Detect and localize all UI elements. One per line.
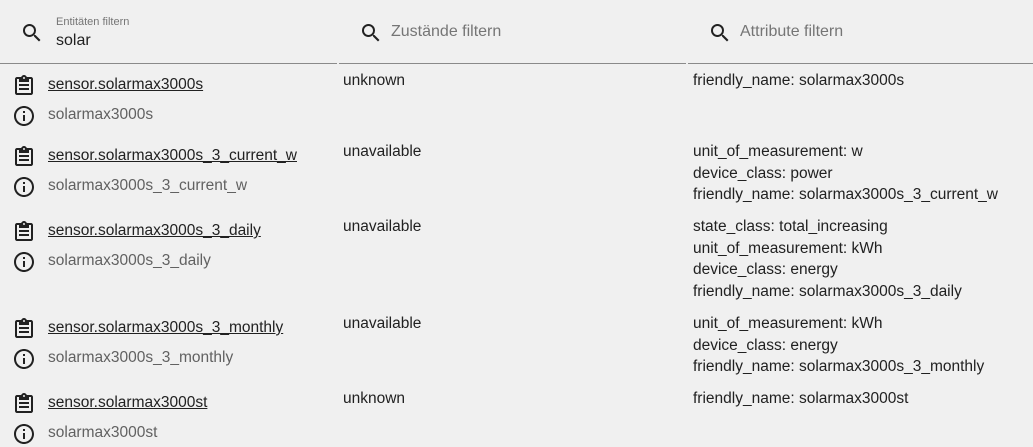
attribute-line: friendly_name: solarmax3000s — [693, 72, 905, 89]
state-filter-input[interactable]: Zustände filtern — [391, 23, 501, 41]
attribute-line: unit_of_measurement: kWh — [693, 239, 883, 257]
attribute-filter[interactable]: Attribute filtern — [688, 0, 1033, 64]
entity-attributes: unit_of_measurement: kWh device_class: e… — [693, 313, 984, 378]
info-icon[interactable] — [12, 347, 36, 371]
entity-friendly-name: solarmax3000s_3_monthly — [48, 349, 234, 366]
entity-id-link[interactable]: sensor.solarmax3000s_3_monthly — [48, 319, 283, 337]
attribute-line: friendly_name: solarmax3000s_3_current_w — [693, 186, 998, 204]
entity-friendly-name: solarmax3000st — [48, 424, 158, 441]
info-icon[interactable] — [12, 422, 36, 446]
entity-state: unavailable — [343, 143, 422, 160]
filter-bar: Entitäten filtern solar Zustände filtern… — [0, 0, 1033, 64]
entity-state: unknown — [343, 390, 406, 407]
clipboard-icon[interactable] — [12, 74, 36, 98]
search-icon — [362, 24, 380, 42]
attribute-line: device_class: energy — [693, 336, 838, 354]
attribute-line: unit_of_measurement: kWh — [693, 315, 883, 332]
entity-attributes: unit_of_measurement: w device_class: pow… — [693, 141, 998, 206]
entity-friendly-name: solarmax3000s_3_daily — [48, 252, 211, 269]
attribute-line: friendly_name: solarmax3000s_3_daily — [693, 282, 962, 300]
search-icon — [23, 24, 41, 42]
entity-id-link[interactable]: sensor.solarmax3000s_3_daily — [48, 222, 261, 240]
attribute-line: friendly_name: solarmax3000s_3_monthly — [693, 358, 985, 376]
info-icon[interactable] — [12, 250, 36, 274]
entity-filter[interactable]: Entitäten filtern solar — [0, 0, 337, 64]
info-icon[interactable] — [12, 175, 36, 199]
entity-filter-label: Entitäten filtern — [56, 16, 130, 28]
clipboard-icon[interactable] — [12, 220, 36, 244]
entity-friendly-name: solarmax3000s_3_current_w — [48, 177, 248, 194]
state-filter[interactable]: Zustände filtern — [339, 0, 686, 64]
attribute-line: device_class: power — [693, 164, 833, 182]
info-icon[interactable] — [12, 104, 36, 128]
attribute-line: state_class: total_increasing — [693, 218, 888, 235]
entity-state: unavailable — [343, 315, 422, 332]
search-icon — [711, 24, 729, 42]
entity-attributes: friendly_name: solarmax3000st — [693, 388, 908, 410]
entity-attributes: friendly_name: solarmax3000s — [693, 70, 904, 92]
attribute-line: friendly_name: solarmax3000st — [693, 390, 909, 407]
clipboard-icon[interactable] — [12, 317, 36, 341]
attribute-filter-input[interactable]: Attribute filtern — [740, 23, 843, 41]
attribute-line: device_class: energy — [693, 261, 838, 279]
clipboard-icon[interactable] — [12, 145, 36, 169]
entity-friendly-name: solarmax3000s — [48, 106, 154, 123]
entity-id-link[interactable]: sensor.solarmax3000s_3_current_w — [48, 147, 297, 165]
entity-state: unavailable — [343, 218, 422, 235]
entity-id-link[interactable]: sensor.solarmax3000s — [48, 76, 203, 94]
attribute-line: unit_of_measurement: w — [693, 143, 863, 160]
clipboard-icon[interactable] — [12, 392, 36, 416]
entity-id-link[interactable]: sensor.solarmax3000st — [48, 394, 207, 412]
entity-attributes: state_class: total_increasing unit_of_me… — [693, 216, 962, 302]
entity-filter-input[interactable]: solar — [56, 32, 91, 50]
entity-state: unknown — [343, 72, 406, 89]
